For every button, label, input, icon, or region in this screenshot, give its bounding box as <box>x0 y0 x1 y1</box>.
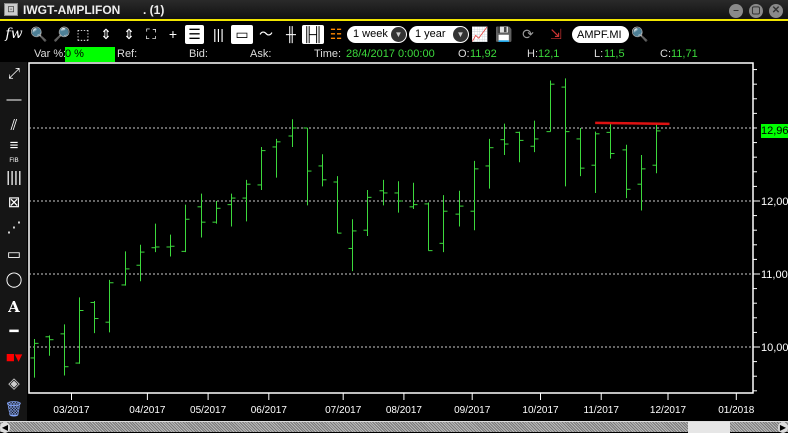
plot-area <box>28 62 754 394</box>
x-tick-label: 01/2018 <box>718 405 755 416</box>
y-tick-label: 10,00 <box>761 342 788 354</box>
trend-line <box>595 121 670 126</box>
price-chart[interactable]: 10,00 11,00 12,00 03/2017 04/2017 05/2017 06/2… <box>0 0 788 421</box>
x-tick-label: 03/2017 <box>53 405 90 416</box>
x-tick-label: 06/2017 <box>251 405 288 416</box>
x-tick-label: 12/2017 <box>650 405 687 416</box>
horizontal-scrollbar[interactable]: ◀ ▶ <box>0 421 788 433</box>
x-tick-label: 09/2017 <box>454 405 491 416</box>
scroll-right-icon[interactable]: ▶ <box>778 422 788 433</box>
x-tick-label: 04/2017 <box>129 405 166 416</box>
scroll-left-icon[interactable]: ◀ <box>0 422 10 433</box>
y-tick-label: 11,00 <box>761 269 788 281</box>
x-tick-label: 10/2017 <box>522 405 559 416</box>
x-tick-label: 08/2017 <box>386 405 423 416</box>
x-tick-label: 07/2017 <box>325 405 362 416</box>
x-tick-label: 05/2017 <box>190 405 227 416</box>
scroll-thumb[interactable] <box>688 422 730 433</box>
x-tick-label: 11/2017 <box>584 405 620 416</box>
last-price-badge: 12,96 <box>761 123 788 138</box>
y-tick-label: 12,00 <box>761 196 788 208</box>
